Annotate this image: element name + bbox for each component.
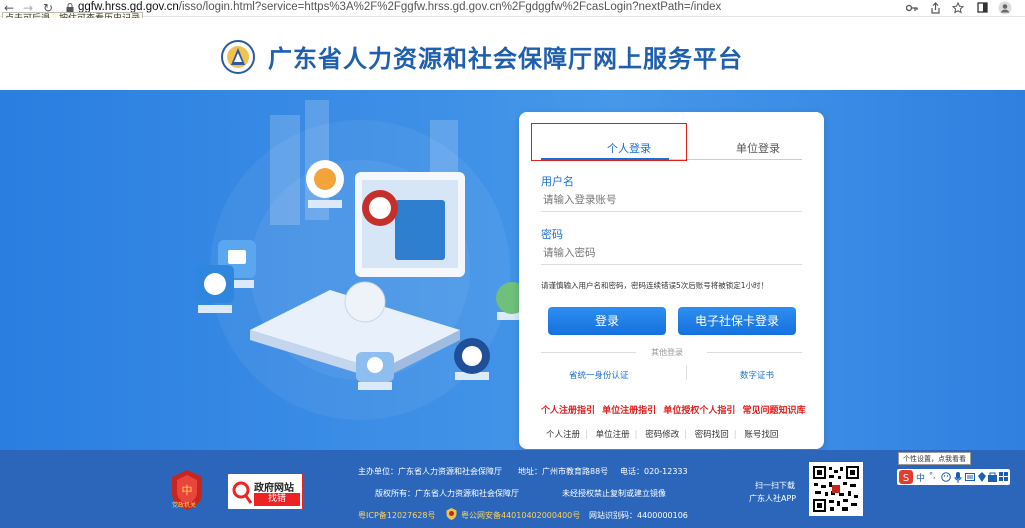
qr-code-icon (812, 465, 860, 513)
unified-identity-link[interactable]: 省统一身份认证 (569, 369, 629, 381)
ime-language-toggle[interactable]: 中 (916, 471, 925, 484)
gdhr-logo-icon (306, 160, 344, 208)
address-bar[interactable]: ggfw.hrss.gd.gov.cn/isso/login.html?serv… (78, 1, 721, 13)
url-path: /isso/login.html?service=https%3A%2F%2Fg… (178, 1, 722, 13)
recover-account-link[interactable]: 账号找回 (744, 430, 778, 440)
app-qr-code (809, 462, 863, 516)
police-badge-icon (446, 508, 457, 520)
guide-links: 个人注册指引 单位注册指引 单位授权个人指引 常见问题知识库 (541, 403, 809, 416)
microphone-icon[interactable] (954, 472, 962, 483)
punctuation-icon[interactable]: °, (929, 471, 936, 480)
divider (686, 366, 687, 380)
account-links: 个人注册 | 单位注册 | 密码修改 | 密码找回 | 账号找回 (546, 430, 779, 440)
company-authorize-guide-link[interactable]: 单位授权个人指引 (663, 406, 735, 416)
tab-company-login[interactable]: 单位登录 (736, 140, 780, 156)
profile-icon[interactable] (998, 1, 1012, 15)
other-login-label: 其他登录 (651, 348, 683, 357)
site-title: 广东省人力资源和社会保障厅网上服务平台 (268, 45, 743, 73)
gov-badge-title: 政府网站 (254, 483, 294, 494)
recover-password-link[interactable]: 密码找回 (695, 430, 729, 440)
password-input[interactable] (541, 241, 802, 265)
footer-police-link[interactable]: 粤公网安备44010402000400号 (461, 510, 580, 521)
lockout-warning: 请谨慎输入用户名和密码，密码连续错误5次后账号将被锁定1小时！ (541, 281, 769, 290)
party-badge-label: 党政机关 (172, 502, 197, 509)
star-icon[interactable] (952, 2, 964, 14)
hero-banner (0, 90, 1025, 450)
login-panel: 个人登录 单位登录 用户名 密码 请谨慎输入用户名和密码，密码连续错误5次后账号… (519, 112, 824, 449)
sogou-logo-icon[interactable]: S (899, 470, 913, 484)
svg-text:S: S (903, 473, 909, 484)
key-icon[interactable] (906, 3, 918, 13)
browser-toolbar: ← → ↻ ggfw.hrss.gd.gov.cn/isso/login.htm… (0, 0, 1025, 17)
company-register-link[interactable]: 单位注册 (596, 430, 630, 440)
ime-toolbar[interactable]: S 中 °, (897, 469, 1010, 485)
footer-icp-link[interactable]: 粤ICP备12027628号 (358, 510, 436, 521)
footer-copyright: 版权所有：广东省人力资源和社会保障厅 (375, 489, 519, 498)
social-card-login-button[interactable]: 电子社保卡登录 (678, 307, 796, 335)
hero-illustration (196, 100, 520, 420)
footer-host: 主办单位：广东省人力资源和社会保障厅 (358, 467, 502, 476)
share-icon[interactable] (930, 2, 941, 14)
other-login-divider: 其他登录 (541, 347, 802, 357)
hrss-emblem-icon (221, 40, 255, 74)
faq-link[interactable]: 常见问题知识库 (742, 406, 805, 416)
gov-site-error-badge[interactable]: 政府网站 找错 (227, 473, 303, 510)
personal-register-guide-link[interactable]: 个人注册指引 (541, 406, 595, 416)
footer-phone: 电话：020-12333 (620, 467, 688, 476)
username-input[interactable] (541, 188, 802, 212)
skin-icon[interactable] (978, 472, 986, 482)
footer-site-code: 网站识别码：4400000106 (589, 511, 688, 520)
people-icon (356, 352, 394, 390)
username-label: 用户名 (541, 175, 574, 188)
guide-icon (454, 338, 490, 380)
magnifier-icon (232, 481, 253, 504)
footer-no-copy: 未经授权禁止复制或建立镜像 (562, 489, 666, 498)
app-download-line1: 扫一扫下载 (755, 481, 795, 490)
highlight-box (531, 123, 687, 161)
change-password-link[interactable]: 密码修改 (645, 430, 679, 440)
lock-icon (66, 3, 74, 12)
emoji-icon[interactable] (941, 472, 951, 482)
password-label: 密码 (541, 228, 563, 241)
keyboard-icon[interactable] (965, 473, 975, 481)
personal-register-link[interactable]: 个人注册 (546, 430, 580, 440)
ime-tooltip: 个性设置，点我看看 (898, 452, 971, 465)
login-button[interactable]: 登录 (548, 307, 666, 335)
social-security-icon (196, 265, 234, 313)
app-download-line2: 广东人社APP (749, 494, 797, 503)
svg-text:中: 中 (182, 484, 193, 497)
digital-certificate-link[interactable]: 数字证书 (740, 369, 774, 381)
company-register-guide-link[interactable]: 单位注册指引 (602, 406, 656, 416)
toolbox-icon[interactable] (988, 472, 997, 482)
gov-badge-subtitle: 找错 (254, 493, 300, 506)
footer-address: 地址：广州市教育路88号 (518, 467, 609, 476)
sidepanel-icon[interactable] (977, 2, 988, 13)
grid-menu-icon[interactable] (999, 472, 1008, 481)
